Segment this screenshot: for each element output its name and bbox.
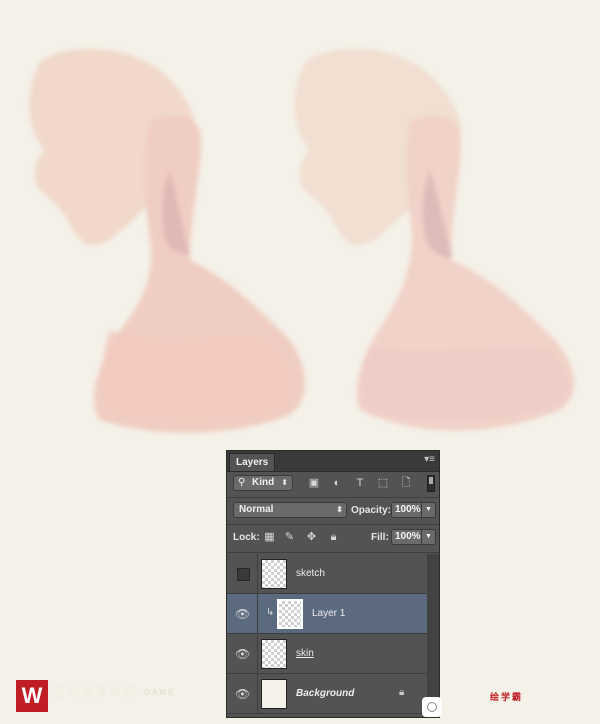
layer-thumbnail — [261, 679, 287, 709]
fill-field[interactable]: 100% ▼ — [391, 529, 436, 545]
filter-toggle-switch[interactable] — [427, 475, 435, 492]
layer-thumbnail — [277, 599, 303, 629]
filter-kind-select[interactable]: ⚲ Kind ⬍ — [233, 475, 293, 491]
pixel-layer-filter-icon[interactable]: ▣ — [307, 476, 321, 490]
divider — [227, 524, 439, 525]
tab-layers[interactable]: Layers — [229, 453, 276, 471]
divider — [257, 634, 258, 673]
chevron-down-icon[interactable]: ▼ — [421, 503, 435, 517]
scrollbar[interactable] — [427, 554, 439, 717]
divider — [227, 552, 439, 553]
filter-row: ⚲ Kind ⬍ ▣ ◐ T ⬚ 🗋 — [227, 473, 439, 495]
opacity-field[interactable]: 100% ▼ — [391, 502, 436, 518]
brand-game: GAME — [144, 688, 176, 697]
blend-mode-value: Normal — [239, 504, 274, 515]
filter-kind-label: Kind — [252, 477, 275, 488]
type-layer-filter-icon[interactable]: T — [353, 476, 367, 490]
opacity-value: 100% — [395, 504, 421, 515]
canvas-artwork — [29, 48, 575, 433]
promo-download: AppStore最新版本免费下载 — [446, 704, 560, 713]
figure-left — [29, 48, 305, 433]
eye-icon[interactable]: 👁︎ — [235, 607, 250, 621]
layers-panel: Layers ▾≡ ⚲ Kind ⬍ ▣ ◐ T ⬚ 🗋 Normal ⬍ Op… — [226, 450, 440, 718]
smart-object-filter-icon[interactable]: 🗋 — [399, 476, 413, 490]
lock-transparent-pixels-icon[interactable]: ▦ — [263, 531, 276, 544]
opacity-label: Opacity: — [351, 505, 392, 516]
eye-icon[interactable]: 👁︎ — [235, 687, 250, 701]
divider — [257, 594, 258, 633]
panel-menu-icon[interactable]: ▾≡ — [424, 454, 435, 466]
logo-mark: W — [21, 683, 43, 708]
divider — [227, 497, 439, 498]
fill-label: Fill: — [371, 532, 389, 543]
fill-value: 100% — [395, 531, 421, 542]
chevron-down-icon[interactable]: ▼ — [421, 530, 435, 544]
layer-name[interactable]: Background — [296, 688, 354, 699]
app-icon — [422, 697, 442, 717]
brand-logo: W — [16, 680, 48, 712]
updown-arrow-icon: ⬍ — [281, 478, 288, 487]
layer-row-layer-1[interactable]: 👁︎ ↳ Layer 1 — [227, 594, 427, 634]
figure-right — [294, 48, 575, 431]
visibility-toggle-off[interactable] — [237, 568, 250, 581]
layer-row-background[interactable]: 👁︎ Background 🔒︎ — [227, 674, 427, 714]
layers-list: sketch 👁︎ ↳ Layer 1 👁︎ skin 👁︎ Backgroun… — [227, 554, 427, 717]
panel-tab-bar: Layers ▾≡ — [227, 451, 439, 472]
layer-thumbnail — [261, 639, 287, 669]
clipping-mask-icon: ↳ — [266, 607, 275, 618]
promo-app-name: 绘学霸 — [490, 692, 524, 702]
lock-position-icon[interactable]: ✥ — [305, 531, 318, 544]
blend-row: Normal ⬍ Opacity: 100% ▼ — [227, 499, 439, 521]
eye-icon[interactable]: 👁︎ — [235, 647, 250, 661]
layer-row-sketch[interactable]: sketch — [227, 554, 427, 594]
layer-name[interactable]: Layer 1 — [312, 608, 345, 619]
lock-row: Lock: ▦ ✎ ✥ 🔒︎ Fill: 100% ▼ — [227, 527, 439, 549]
search-icon: ⚲ — [238, 477, 246, 488]
layer-row-skin[interactable]: 👁︎ skin — [227, 634, 427, 674]
layer-thumbnail — [261, 559, 287, 589]
adjustment-layer-filter-icon[interactable]: ◐ — [330, 476, 344, 490]
lock-label: Lock: — [233, 532, 260, 543]
brand-subtitle: 游戏手绘专修学院 — [54, 702, 150, 711]
lock-icon: 🔒︎ — [399, 687, 405, 698]
layer-name[interactable]: sketch — [296, 568, 325, 579]
lock-all-icon[interactable]: 🔒︎ — [327, 531, 340, 544]
divider — [257, 554, 258, 593]
updown-arrow-icon: ⬍ — [336, 505, 343, 514]
brand-name-cn: 王氏教育集团 — [54, 686, 138, 698]
brand-name: 王氏教育集团 GAME — [54, 683, 176, 699]
lock-image-pixels-icon[interactable]: ✎ — [283, 531, 296, 544]
blend-mode-select[interactable]: Normal ⬍ — [233, 502, 347, 518]
layer-name[interactable]: skin — [296, 648, 314, 659]
shape-layer-filter-icon[interactable]: ⬚ — [376, 476, 390, 490]
divider — [257, 674, 258, 713]
promo-tagline: 国内最具影响力的原画 — [452, 680, 542, 687]
